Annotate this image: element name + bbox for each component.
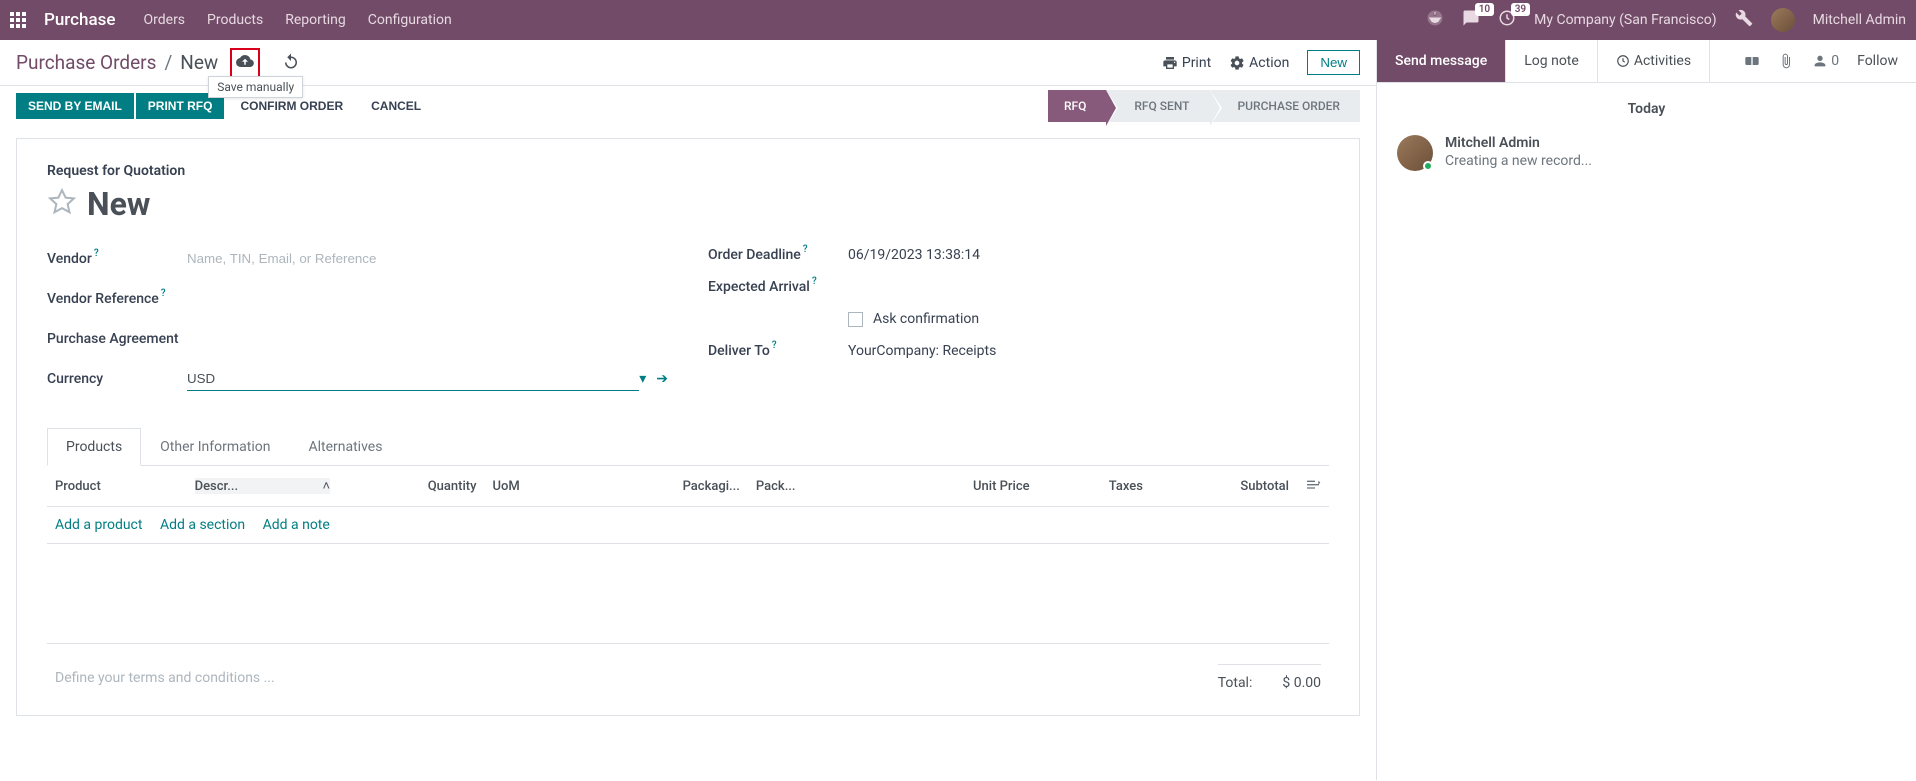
ask-confirmation-label: Ask confirmation bbox=[873, 311, 979, 327]
deliver-to-value[interactable]: YourCompany: Receipts bbox=[848, 343, 996, 359]
col-pack[interactable]: Pack... bbox=[748, 466, 874, 507]
send-by-email-button[interactable]: SEND BY EMAIL bbox=[16, 93, 134, 119]
tab-products[interactable]: Products bbox=[47, 428, 141, 466]
vendor-ref-input[interactable] bbox=[187, 287, 668, 311]
messages-icon[interactable]: 10 bbox=[1462, 9, 1480, 31]
action-dropdown[interactable]: Action bbox=[1229, 55, 1289, 71]
chatter-panel: Send message Log note Activities 0 Follo… bbox=[1376, 40, 1916, 780]
status-rfq[interactable]: RFQ bbox=[1048, 90, 1106, 122]
discard-button[interactable] bbox=[282, 52, 300, 74]
status-rfq-sent[interactable]: RFQ SENT bbox=[1106, 90, 1209, 122]
total-value: $ 0.00 bbox=[1282, 675, 1321, 691]
date-separator: Today bbox=[1377, 83, 1916, 135]
currency-label: Currency bbox=[47, 371, 103, 387]
total-label: Total: bbox=[1218, 675, 1253, 691]
vendor-label: Vendor bbox=[47, 251, 92, 267]
breadcrumb-separator: / bbox=[164, 51, 172, 74]
help-icon[interactable]: ? bbox=[772, 340, 777, 351]
activities-icon[interactable]: 39 bbox=[1498, 9, 1516, 31]
chevron-down-icon[interactable]: ▾ bbox=[639, 371, 646, 387]
message-text: Creating a new record... bbox=[1445, 153, 1592, 169]
messages-badge: 10 bbox=[1475, 3, 1494, 16]
record-title: New bbox=[87, 185, 150, 223]
col-uom[interactable]: UoM bbox=[484, 466, 582, 507]
presence-indicator bbox=[1423, 161, 1433, 171]
activities-tab[interactable]: Activities bbox=[1598, 40, 1710, 82]
chat-message: Mitchell Admin Creating a new record... bbox=[1377, 135, 1916, 171]
col-subtotal[interactable]: Subtotal bbox=[1151, 466, 1297, 507]
add-product-link[interactable]: Add a product bbox=[55, 517, 142, 533]
new-button[interactable]: New bbox=[1307, 50, 1360, 75]
empty-lines-area bbox=[47, 544, 1329, 644]
add-section-link[interactable]: Add a section bbox=[160, 517, 245, 533]
brand-title[interactable]: Purchase bbox=[44, 10, 116, 30]
vendor-input[interactable] bbox=[187, 247, 668, 271]
deadline-value[interactable]: 06/19/2023 13:38:14 bbox=[848, 247, 980, 263]
followers-icon[interactable]: 0 bbox=[1812, 53, 1839, 69]
save-tooltip: Save manually bbox=[208, 76, 303, 98]
sort-asc-icon[interactable]: ˄ bbox=[323, 478, 331, 494]
book-icon[interactable] bbox=[1744, 53, 1760, 69]
breadcrumb-parent[interactable]: Purchase Orders bbox=[16, 51, 156, 74]
nav-configuration[interactable]: Configuration bbox=[368, 12, 452, 28]
debug-icon[interactable] bbox=[1735, 9, 1753, 31]
message-author[interactable]: Mitchell Admin bbox=[1445, 135, 1592, 151]
user-avatar[interactable] bbox=[1771, 8, 1795, 32]
terms-input[interactable]: Define your terms and conditions ... bbox=[55, 670, 275, 686]
deliver-to-label: Deliver To bbox=[708, 343, 770, 359]
status-bar: RFQ RFQ SENT PURCHASE ORDER bbox=[1048, 90, 1360, 122]
add-note-link[interactable]: Add a note bbox=[263, 517, 330, 533]
nav-orders[interactable]: Orders bbox=[144, 12, 186, 28]
tab-bar: Products Other Information Alternatives bbox=[47, 427, 1329, 466]
currency-input[interactable] bbox=[187, 367, 639, 391]
top-navbar: Purchase Orders Products Reporting Confi… bbox=[0, 0, 1916, 40]
nav-reporting[interactable]: Reporting bbox=[285, 12, 346, 28]
activities-badge: 39 bbox=[1511, 3, 1530, 16]
order-lines-table: Product Descr...˄ Quantity UoM Packagi..… bbox=[47, 466, 1329, 644]
form-card: Request for Quotation New Vendor? Vendor… bbox=[16, 138, 1360, 716]
help-icon[interactable]: ? bbox=[812, 276, 817, 287]
breadcrumb-current: New bbox=[180, 51, 218, 74]
save-button[interactable]: Save manually bbox=[230, 48, 260, 78]
help-icon[interactable]: ? bbox=[803, 244, 808, 255]
print-button[interactable]: Print bbox=[1162, 55, 1211, 71]
arrival-label: Expected Arrival bbox=[708, 279, 810, 295]
external-link-icon[interactable]: ➔ bbox=[656, 371, 668, 387]
tab-other-info[interactable]: Other Information bbox=[141, 428, 289, 466]
follow-button[interactable]: Follow bbox=[1857, 53, 1898, 69]
deadline-label: Order Deadline bbox=[708, 247, 801, 263]
help-icon[interactable]: ? bbox=[94, 248, 99, 259]
breadcrumb-bar: Purchase Orders / New Save manually Prin… bbox=[0, 40, 1376, 86]
tray-icon[interactable] bbox=[1426, 9, 1444, 31]
col-options-icon[interactable] bbox=[1297, 466, 1329, 507]
actions-row: SEND BY EMAIL PRINT RFQ CONFIRM ORDER CA… bbox=[0, 86, 1376, 126]
message-avatar bbox=[1397, 135, 1433, 171]
col-taxes[interactable]: Taxes bbox=[1038, 466, 1151, 507]
priority-star-icon[interactable] bbox=[47, 187, 77, 221]
company-switcher[interactable]: My Company (San Francisco) bbox=[1534, 12, 1716, 28]
record-subtitle: Request for Quotation bbox=[47, 163, 1329, 179]
col-unit-price[interactable]: Unit Price bbox=[874, 466, 1038, 507]
user-menu[interactable]: Mitchell Admin bbox=[1813, 12, 1906, 28]
tab-alternatives[interactable]: Alternatives bbox=[289, 428, 401, 466]
send-message-tab[interactable]: Send message bbox=[1377, 40, 1506, 82]
help-icon[interactable]: ? bbox=[161, 288, 166, 299]
agreement-input[interactable] bbox=[187, 327, 668, 351]
status-purchase-order[interactable]: PURCHASE ORDER bbox=[1210, 90, 1361, 122]
log-note-tab[interactable]: Log note bbox=[1506, 40, 1598, 82]
col-product[interactable]: Product bbox=[47, 466, 187, 507]
cancel-button[interactable]: CANCEL bbox=[357, 93, 435, 119]
nav-products[interactable]: Products bbox=[207, 12, 263, 28]
agreement-label: Purchase Agreement bbox=[47, 331, 179, 347]
col-quantity[interactable]: Quantity bbox=[338, 466, 484, 507]
apps-icon[interactable] bbox=[10, 12, 26, 28]
col-packaging[interactable]: Packagi... bbox=[582, 466, 748, 507]
attachment-icon[interactable] bbox=[1778, 53, 1794, 69]
ask-confirmation-checkbox[interactable] bbox=[848, 312, 863, 327]
col-description[interactable]: Descr...˄ bbox=[187, 466, 339, 507]
vendor-ref-label: Vendor Reference bbox=[47, 291, 159, 307]
